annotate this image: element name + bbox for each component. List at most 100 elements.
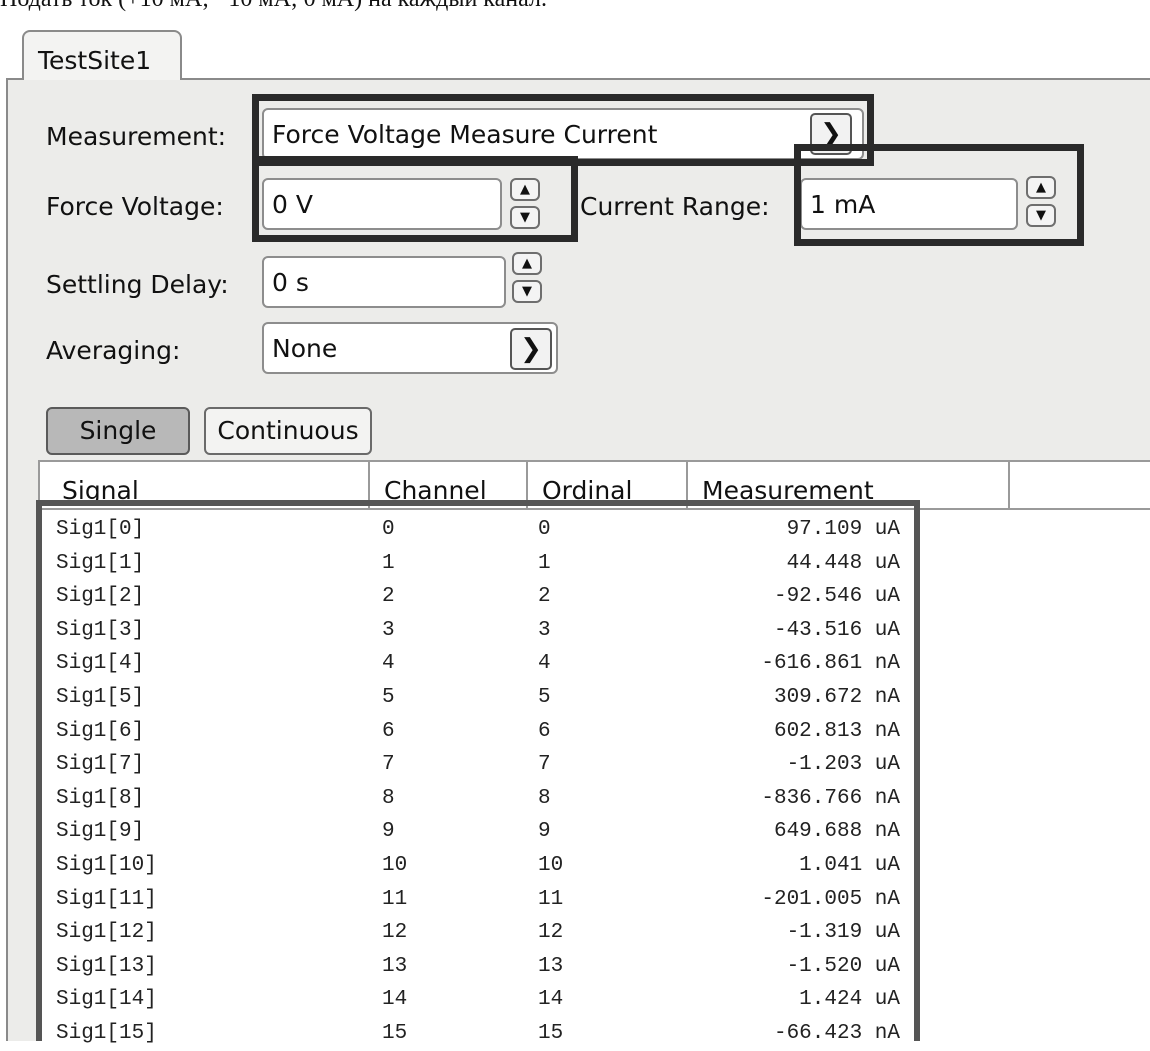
instruction-caption: Подать ток (+10 мА; −10 мА; 0 мА) на каж… xyxy=(0,0,1150,16)
chevron-down-icon: ❯ xyxy=(820,119,842,149)
signal-cell: Sig1[12] xyxy=(56,921,157,945)
table-row[interactable]: Sig1[10] 10 10 1.041 uA xyxy=(40,850,920,883)
signal-cell: Sig1[4] xyxy=(56,652,145,676)
channel-cell: 12 xyxy=(382,921,408,945)
table-row[interactable]: Sig1[0] 0 0 97.109 uA xyxy=(40,514,920,547)
ordinal-cell: 13 xyxy=(538,954,564,978)
measurement-cell: 44.448 uA xyxy=(786,551,900,575)
signal-cell: Sig1[14] xyxy=(56,988,157,1012)
measurement-cell: -66.423 nA xyxy=(773,1022,900,1045)
measurement-cell: -1.203 uA xyxy=(786,753,900,777)
ordinal-cell: 11 xyxy=(538,887,564,911)
column-header-signal[interactable]: Signal xyxy=(48,462,368,508)
table-row[interactable]: Sig1[8] 8 8 -836.766 nA xyxy=(40,783,920,816)
channel-cell: 2 xyxy=(382,585,395,609)
column-header-ordinal[interactable]: Ordinal xyxy=(528,462,686,508)
signal-cell: Sig1[3] xyxy=(56,618,145,642)
averaging-dropdown-button[interactable]: ❯ xyxy=(510,328,552,370)
measurement-cell: 1.041 uA xyxy=(799,854,900,877)
signal-cell: Sig1[8] xyxy=(56,786,145,810)
settling-delay-input[interactable]: 0 s xyxy=(262,256,506,308)
signal-cell: Sig1[6] xyxy=(56,719,145,743)
table-row[interactable]: Sig1[6] 6 6 602.813 nA xyxy=(40,716,920,749)
column-divider[interactable] xyxy=(1008,462,1010,508)
chevron-up-icon[interactable]: ▲ xyxy=(1026,176,1056,199)
ordinal-cell: 14 xyxy=(538,988,564,1012)
measurement-cell: -616.861 nA xyxy=(761,652,900,676)
table-row[interactable]: Sig1[15] 15 15 -66.423 nA xyxy=(40,1018,920,1051)
tab-testsite1[interactable]: TestSite1 xyxy=(22,30,182,80)
chevron-down-icon[interactable]: ▼ xyxy=(512,280,542,303)
channel-cell: 7 xyxy=(382,753,395,777)
table-row[interactable]: Sig1[7] 7 7 -1.203 uA xyxy=(40,749,920,782)
channel-cell: 13 xyxy=(382,954,408,978)
measurement-cell: -1.520 uA xyxy=(786,954,900,978)
channel-cell: 3 xyxy=(382,618,395,642)
measurement-select[interactable]: Force Voltage Measure Current xyxy=(262,108,864,160)
measurement-dropdown-button[interactable]: ❯ xyxy=(810,113,852,155)
table-body: Sig1[0] 0 0 97.109 uA Sig1[1] 1 1 44.448 uA Sig1… xyxy=(40,510,920,1045)
ordinal-cell: 15 xyxy=(538,1022,564,1045)
table-row[interactable]: Sig1[4] 4 4 -616.861 nA xyxy=(40,648,920,681)
current-range-stepper[interactable]: ▲ ▼ xyxy=(1026,176,1056,228)
table-row[interactable]: Sig1[11] 11 11 -201.005 nA xyxy=(40,884,920,917)
chevron-up-icon[interactable]: ▲ xyxy=(512,252,542,275)
signal-cell: Sig1[2] xyxy=(56,585,145,609)
measurement-cell: -43.516 uA xyxy=(773,618,900,642)
channel-cell: 15 xyxy=(382,1022,408,1045)
force-voltage-stepper[interactable]: ▲ ▼ xyxy=(510,178,540,230)
channel-cell: 9 xyxy=(382,820,395,844)
signal-cell: Sig1[1] xyxy=(56,551,145,575)
measurement-cell: -836.766 nA xyxy=(761,786,900,810)
signal-cell: Sig1[11] xyxy=(56,887,157,911)
ordinal-cell: 8 xyxy=(538,786,551,810)
ordinal-cell: 2 xyxy=(538,585,551,609)
measurement-cell: 1.424 uA xyxy=(799,988,900,1012)
force-voltage-label: Force Voltage: xyxy=(46,192,224,221)
table-row[interactable]: Sig1[3] 3 3 -43.516 uA xyxy=(40,615,920,648)
signal-cell: Sig1[5] xyxy=(56,686,145,709)
ordinal-cell: 1 xyxy=(538,551,551,575)
chevron-up-icon[interactable]: ▲ xyxy=(510,178,540,201)
averaging-label: Averaging: xyxy=(46,336,181,365)
signal-cell: Sig1[15] xyxy=(56,1022,157,1045)
signal-cell: Sig1[9] xyxy=(56,820,145,844)
measurement-cell: 97.109 uA xyxy=(786,518,900,541)
channel-cell: 8 xyxy=(382,786,395,810)
current-range-label: Current Range: xyxy=(580,192,770,221)
signal-cell: Sig1[0] xyxy=(56,518,145,541)
measurement-cell: 309.672 nA xyxy=(773,686,900,709)
ordinal-cell: 10 xyxy=(538,854,564,877)
ordinal-cell: 5 xyxy=(538,686,551,709)
signal-cell: Sig1[13] xyxy=(56,954,157,978)
chevron-down-icon[interactable]: ▼ xyxy=(1026,204,1056,227)
table-row[interactable]: Sig1[2] 2 2 -92.546 uA xyxy=(40,581,920,614)
measurement-cell: 649.688 nA xyxy=(773,820,900,844)
ordinal-cell: 0 xyxy=(538,518,551,541)
channel-cell: 1 xyxy=(382,551,395,575)
measurement-label: Measurement: xyxy=(46,122,227,151)
chevron-down-icon[interactable]: ▼ xyxy=(510,206,540,229)
measurement-cell: -201.005 nA xyxy=(761,887,900,911)
continuous-button[interactable]: Continuous xyxy=(204,407,372,455)
table-row[interactable]: Sig1[13] 13 13 -1.520 uA xyxy=(40,951,920,984)
table-row[interactable]: Sig1[5] 5 5 309.672 nA xyxy=(40,682,920,715)
current-range-input[interactable]: 1 mA xyxy=(800,178,1018,230)
table-row[interactable]: Sig1[12] 12 12 -1.319 uA xyxy=(40,917,920,950)
ordinal-cell: 4 xyxy=(538,652,551,676)
table-row[interactable]: Sig1[1] 1 1 44.448 uA xyxy=(40,548,920,581)
settling-delay-label: Settling Delay: xyxy=(46,270,229,299)
settling-delay-stepper[interactable]: ▲ ▼ xyxy=(512,252,542,304)
ordinal-cell: 12 xyxy=(538,921,564,945)
channel-cell: 6 xyxy=(382,719,395,743)
single-button[interactable]: Single xyxy=(46,407,190,455)
measurement-cell: -1.319 uA xyxy=(786,921,900,945)
channel-cell: 14 xyxy=(382,988,408,1012)
table-row[interactable]: Sig1[9] 9 9 649.688 nA xyxy=(40,816,920,849)
force-voltage-input[interactable]: 0 V xyxy=(262,178,502,230)
column-header-channel[interactable]: Channel xyxy=(370,462,526,508)
channel-cell: 11 xyxy=(382,887,408,911)
channel-cell: 5 xyxy=(382,686,395,709)
table-row[interactable]: Sig1[14] 14 14 1.424 uA xyxy=(40,984,920,1017)
column-header-measurement[interactable]: Measurement xyxy=(688,462,1008,508)
